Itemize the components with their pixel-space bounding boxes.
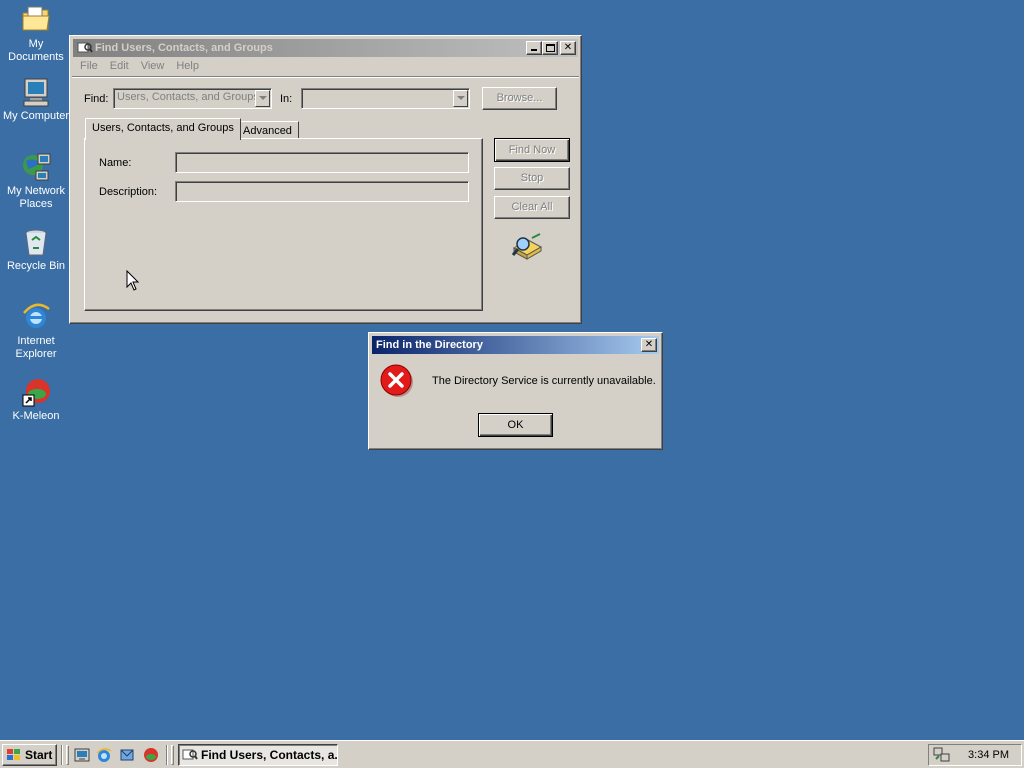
chevron-down-icon[interactable] (255, 90, 270, 107)
windows-logo-icon (6, 748, 22, 762)
maximize-icon (545, 44, 555, 52)
find-window-icon (77, 41, 93, 55)
error-icon (380, 364, 414, 398)
desktop-icon-my-computer[interactable]: My Computer (0, 76, 72, 123)
description-label: Description: (99, 186, 158, 198)
find-label: Find: (84, 93, 109, 105)
task-area-grip[interactable] (171, 745, 174, 765)
description-field[interactable] (175, 181, 469, 202)
error-dialog-titlebar[interactable]: Find in the Directory ✕ (372, 336, 659, 354)
folder-documents-icon (20, 4, 52, 36)
mouse-cursor-icon (126, 269, 142, 292)
k-meleon-icon (20, 376, 52, 408)
in-label: In: (280, 93, 293, 105)
desktop-icon-label: Internet Explorer (15, 335, 57, 360)
close-button[interactable]: ✕ (560, 41, 576, 55)
search-animation-icon (510, 232, 544, 264)
menu-file[interactable]: File (74, 58, 104, 76)
find-users-window: Find Users, Contacts, and Groups ✕ File … (69, 35, 582, 324)
find-window-titlebar[interactable]: Find Users, Contacts, and Groups ✕ (73, 39, 578, 57)
menu-divider (72, 76, 579, 78)
minimize-button[interactable] (526, 41, 542, 55)
clock[interactable]: 3:34 PM (968, 749, 1009, 761)
desktop-icon-k-meleon[interactable]: K-Meleon (0, 376, 72, 423)
network-icon (20, 151, 52, 183)
desktop-icon-label: My Network Places (6, 185, 66, 210)
desktop-icon-my-network-places[interactable]: My Network Places (0, 151, 72, 211)
find-window-title: Find Users, Contacts, and Groups (95, 42, 273, 54)
close-button[interactable]: ✕ (641, 338, 657, 352)
recycle-bin-icon (20, 226, 52, 258)
clear-all-button[interactable]: Clear All (494, 196, 570, 219)
quick-launch-grip[interactable] (66, 745, 69, 765)
tab-panel: Name: Description: (84, 138, 483, 311)
name-label: Name: (99, 157, 132, 169)
error-message: The Directory Service is currently unava… (432, 375, 656, 387)
network-status-icon[interactable] (933, 747, 951, 763)
menu-view[interactable]: View (135, 58, 171, 76)
internet-explorer-icon (20, 301, 52, 333)
k-meleon-icon[interactable] (143, 747, 159, 763)
menu-edit[interactable]: Edit (104, 58, 135, 76)
minimize-icon (531, 49, 537, 51)
desktop-icon-label: My Documents (8, 38, 64, 63)
start-button[interactable]: Start (2, 744, 57, 766)
stop-button[interactable]: Stop (494, 167, 570, 190)
chevron-down-icon[interactable] (453, 90, 468, 107)
find-combo[interactable]: Users, Contacts, and Groups (113, 88, 272, 109)
start-label: Start (25, 748, 53, 762)
taskbar-separator (166, 745, 168, 765)
browse-button[interactable]: Browse... (482, 87, 557, 110)
outlook-express-icon[interactable] (119, 747, 135, 763)
task-find-users[interactable]: Find Users, Contacts, a... (178, 744, 338, 766)
close-icon: ✕ (563, 42, 573, 53)
desktop-icon-my-documents[interactable]: My Documents (0, 4, 72, 64)
maximize-button[interactable] (542, 41, 558, 55)
desktop-icon-label: Recycle Bin (6, 260, 66, 272)
taskbar-separator (61, 745, 63, 765)
computer-icon (20, 76, 52, 108)
desktop-icon-label: My Computer (2, 110, 70, 122)
desktop-icon-internet-explorer[interactable]: Internet Explorer (0, 301, 72, 361)
desktop-icon-recycle-bin[interactable]: Recycle Bin (0, 226, 72, 273)
in-combo[interactable] (301, 88, 470, 109)
tab-users-contacts-groups[interactable]: Users, Contacts, and Groups (85, 118, 241, 140)
ok-button[interactable]: OK (478, 413, 553, 437)
system-tray: 3:34 PM (928, 744, 1022, 766)
desktop-icon-label: K-Meleon (12, 410, 60, 422)
name-field[interactable] (175, 152, 469, 173)
error-dialog: Find in the Directory ✕ The Directory Se… (368, 332, 663, 450)
internet-explorer-icon[interactable] (96, 747, 112, 763)
menu-bar: File Edit View Help (74, 58, 205, 76)
find-window-icon (182, 748, 198, 762)
task-label: Find Users, Contacts, a... (201, 748, 338, 762)
menu-help[interactable]: Help (170, 58, 205, 76)
find-combo-value: Users, Contacts, and Groups (117, 91, 259, 103)
error-dialog-title: Find in the Directory (376, 339, 483, 351)
find-now-button[interactable]: Find Now (494, 138, 570, 162)
close-icon: ✕ (644, 339, 654, 350)
taskbar: Start Find Users, Contacts, a... 3:34 PM (0, 740, 1024, 768)
show-desktop-icon[interactable] (74, 747, 90, 763)
